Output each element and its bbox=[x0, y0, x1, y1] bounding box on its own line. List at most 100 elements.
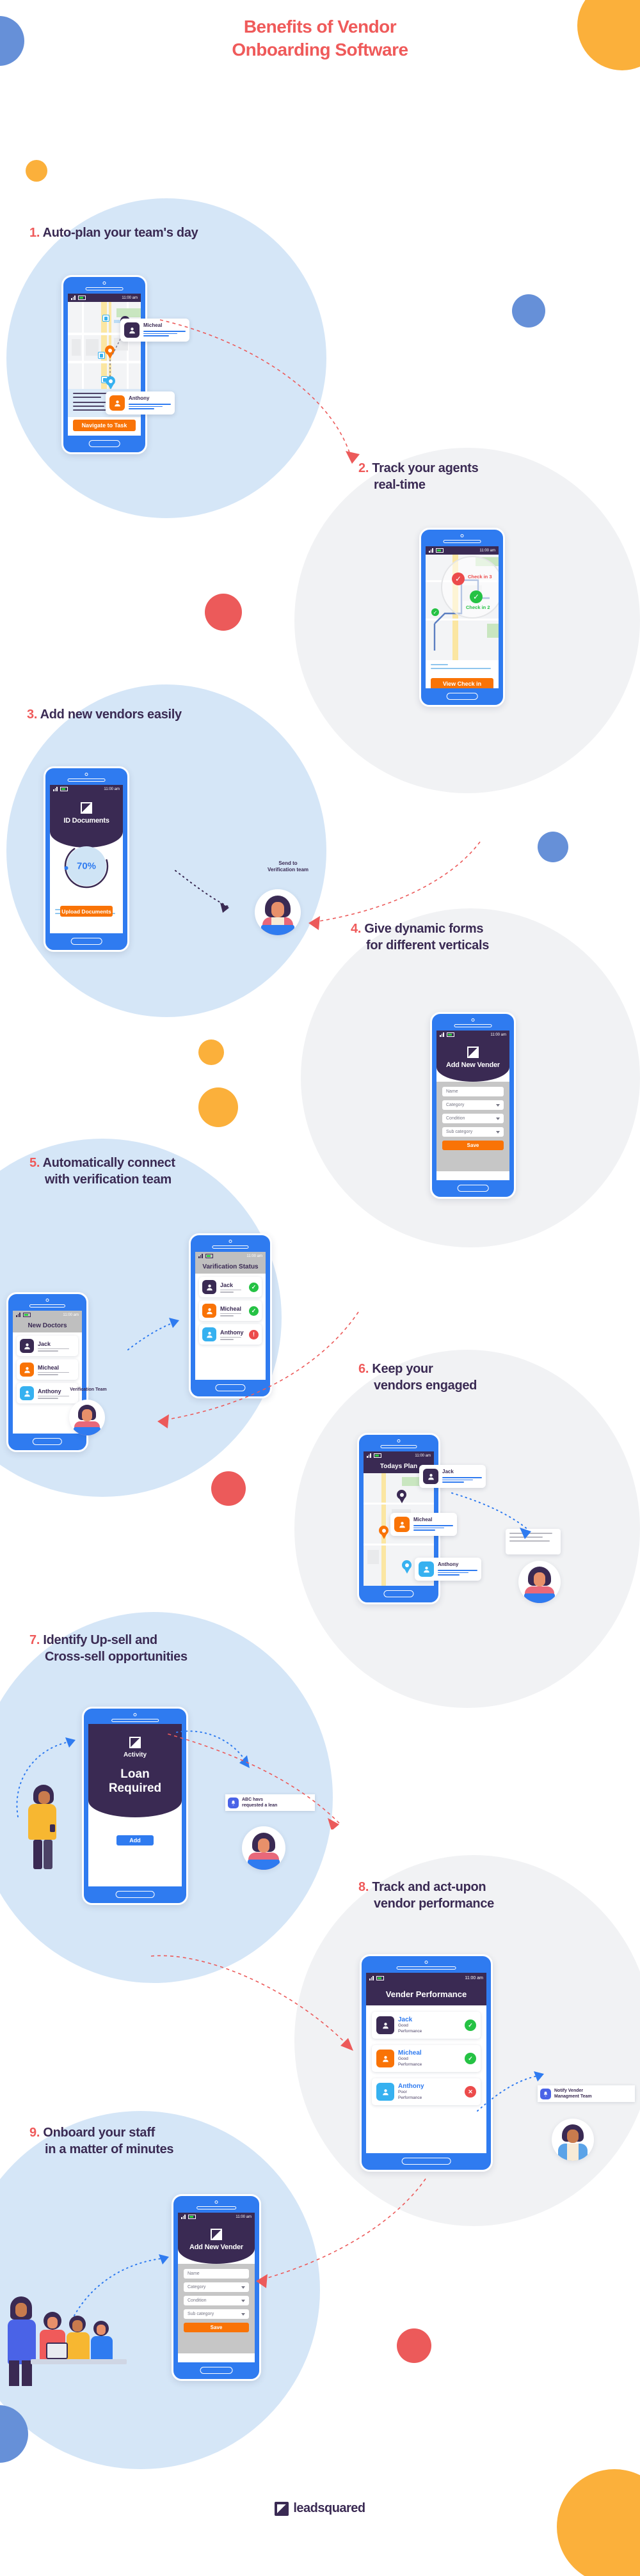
map-pin-orange[interactable] bbox=[379, 1526, 388, 1539]
phone-home-button[interactable] bbox=[70, 938, 102, 945]
agent-card-anthony[interactable]: Anthony bbox=[106, 391, 175, 415]
vendor-card-jack[interactable]: Jack bbox=[419, 1465, 486, 1488]
battery-icon bbox=[205, 1254, 213, 1258]
phone-home-button[interactable] bbox=[401, 2158, 451, 2165]
checkin-label-green: Check in 2 bbox=[466, 604, 490, 610]
step-7-phone: Activity Loan Required Add bbox=[82, 1707, 188, 1905]
upload-documents-button[interactable]: Upload Documents bbox=[60, 906, 113, 917]
engaged-vendor-avatar bbox=[518, 1561, 561, 1603]
battery-icon bbox=[188, 2215, 196, 2219]
phone-speaker-bar bbox=[380, 1445, 417, 1448]
field-category[interactable]: Category bbox=[442, 1100, 504, 1110]
vendor-name: Micheal bbox=[413, 1517, 433, 1523]
step-6-heading: 6. Keep your vendors engaged bbox=[358, 1361, 614, 1394]
field-subcategory[interactable]: Sub category bbox=[442, 1127, 504, 1137]
checkin-label-red: Check in 3 bbox=[468, 574, 492, 580]
table-row[interactable]: Jack Good Performance ✓ bbox=[372, 2012, 481, 2039]
screen-title: Add New Vender bbox=[446, 1061, 500, 1069]
step-7-heading: 7. Identify Up-sell and Cross-sell oppor… bbox=[29, 1632, 298, 1665]
agent-detail-lines bbox=[129, 404, 171, 409]
vendor-card-micheal[interactable]: Micheal bbox=[390, 1513, 457, 1536]
list-item[interactable]: Anthony ! bbox=[199, 1324, 262, 1345]
step-1-heading: 1. Auto-plan your team's day bbox=[29, 225, 298, 242]
step-7-screen: Activity Loan Required Add bbox=[88, 1724, 182, 1886]
phone-speaker-bar bbox=[29, 1304, 66, 1308]
loan-request-notification[interactable]: ABC havs requested a lean bbox=[225, 1794, 315, 1812]
battery-icon bbox=[435, 548, 444, 553]
step-8-number: 8. bbox=[358, 1880, 369, 1894]
field-condition[interactable]: Condition bbox=[184, 2296, 249, 2305]
step-4-screen: 11:00 am Add New Vender Name Category Co… bbox=[436, 1031, 509, 1180]
list-item[interactable]: Micheal bbox=[17, 1359, 78, 1380]
phone-home-button[interactable] bbox=[115, 1891, 155, 1898]
checkin-marker-red[interactable]: ✓ bbox=[452, 573, 465, 585]
phone-home-button[interactable] bbox=[446, 693, 478, 700]
notify-vendor-management-notification[interactable]: Notify Vender Managment Team bbox=[538, 2085, 635, 2103]
step-3-number: 3. bbox=[27, 707, 38, 722]
vendor-note-card[interactable] bbox=[506, 1529, 561, 1554]
map-view-checkins[interactable]: ✓ ✓ ✓ Check in 3 Check in 2 bbox=[426, 555, 499, 660]
field-name[interactable]: Name bbox=[442, 1087, 504, 1096]
field-label: Name bbox=[446, 1089, 458, 1094]
phone-speaker-bar bbox=[396, 1966, 456, 1970]
phone-home-button[interactable] bbox=[457, 1185, 489, 1192]
performance-line1: Good bbox=[398, 2057, 408, 2062]
step-9-title-line2: in a matter of minutes bbox=[45, 2142, 174, 2156]
field-category[interactable]: Category bbox=[184, 2282, 249, 2292]
table-row[interactable]: Anthony Poor Performance ✕ bbox=[372, 2078, 481, 2105]
step-3-title: Add new vendors easily bbox=[40, 707, 182, 722]
view-checkin-button[interactable]: View Check in bbox=[431, 678, 493, 688]
agent-card-micheal[interactable]: Micheal bbox=[120, 319, 189, 342]
chevron-down-icon bbox=[241, 2312, 245, 2316]
map-pin-orange[interactable] bbox=[105, 345, 115, 359]
avatar bbox=[419, 1561, 434, 1577]
status-time: 11:00 am bbox=[465, 1975, 483, 1980]
status-bar: 11:00 am bbox=[68, 294, 141, 302]
step-4-heading: 4. Give dynamic forms for different vert… bbox=[351, 921, 620, 954]
progress-percent: 70% bbox=[76, 860, 97, 872]
decor-circle-yellow-left2 bbox=[198, 1039, 224, 1065]
field-label: Condition bbox=[188, 2298, 207, 2303]
phone-home-button[interactable] bbox=[32, 1438, 63, 1445]
phone-speaker-dot bbox=[397, 1439, 401, 1442]
map-pin-dark[interactable] bbox=[397, 1490, 406, 1503]
list-item[interactable]: Anthony bbox=[17, 1383, 78, 1403]
send-to-verification-line1: Send to bbox=[278, 860, 298, 866]
phone-home-button[interactable] bbox=[215, 1384, 246, 1391]
save-button[interactable]: Save bbox=[184, 2323, 249, 2332]
step-9-screen: 11:00 am Add New Vender Name Category Co… bbox=[178, 2213, 255, 2362]
phone-home-button[interactable] bbox=[200, 2367, 233, 2374]
avatar bbox=[202, 1304, 216, 1318]
list-item[interactable]: Jack ✓ bbox=[199, 1277, 262, 1297]
map-view[interactable] bbox=[68, 302, 141, 389]
decor-blob-step6 bbox=[294, 1350, 640, 1708]
phone-home-button[interactable] bbox=[88, 440, 120, 447]
activity-headline-line1: Loan bbox=[120, 1767, 150, 1781]
map-pin-blue[interactable] bbox=[402, 1560, 412, 1574]
field-subcategory[interactable]: Sub category bbox=[184, 2309, 249, 2319]
status-badge-ok: ✓ bbox=[249, 1282, 259, 1292]
step-9-heading: 9. Onboard your staff in a matter of min… bbox=[29, 2125, 298, 2158]
list-item[interactable]: Jack bbox=[17, 1336, 78, 1356]
map-pin-blue[interactable] bbox=[106, 376, 115, 389]
decor-circle-blue-right1 bbox=[512, 294, 545, 328]
add-button[interactable]: Add bbox=[116, 1835, 154, 1845]
field-name[interactable]: Name bbox=[184, 2269, 249, 2279]
brand-name: leadsquared bbox=[293, 2501, 365, 2515]
field-condition[interactable]: Condition bbox=[442, 1114, 504, 1123]
phone-home-button[interactable] bbox=[383, 1590, 414, 1597]
step-6-title-line2: vendors engaged bbox=[374, 1378, 477, 1393]
checkin-marker-small[interactable]: ✓ bbox=[431, 608, 439, 616]
checkin-marker-green[interactable]: ✓ bbox=[470, 590, 483, 603]
step-2-screen: 11:00 am ✓ ✓ ✓ Check in 3 Check in 2 Vie… bbox=[426, 546, 499, 688]
navigate-to-task-button[interactable]: Navigate to Task bbox=[73, 420, 136, 431]
step-3-screen: 11:00 am ID Documents 70% Upload Documen… bbox=[50, 785, 123, 933]
vendor-card-anthony[interactable]: Anthony bbox=[415, 1558, 481, 1581]
screen-title: Vender Performance bbox=[366, 1983, 486, 2005]
step-9-phone: 11:00 am Add New Vender Name Category Co… bbox=[172, 2194, 261, 2381]
table-row[interactable]: Micheal Good Performance ✓ bbox=[372, 2045, 481, 2072]
vendor-name: Anthony bbox=[220, 1329, 244, 1336]
id-documents-header: ID Documents bbox=[50, 793, 123, 848]
save-button[interactable]: Save bbox=[442, 1141, 504, 1150]
list-item[interactable]: Micheal ✓ bbox=[199, 1300, 262, 1321]
